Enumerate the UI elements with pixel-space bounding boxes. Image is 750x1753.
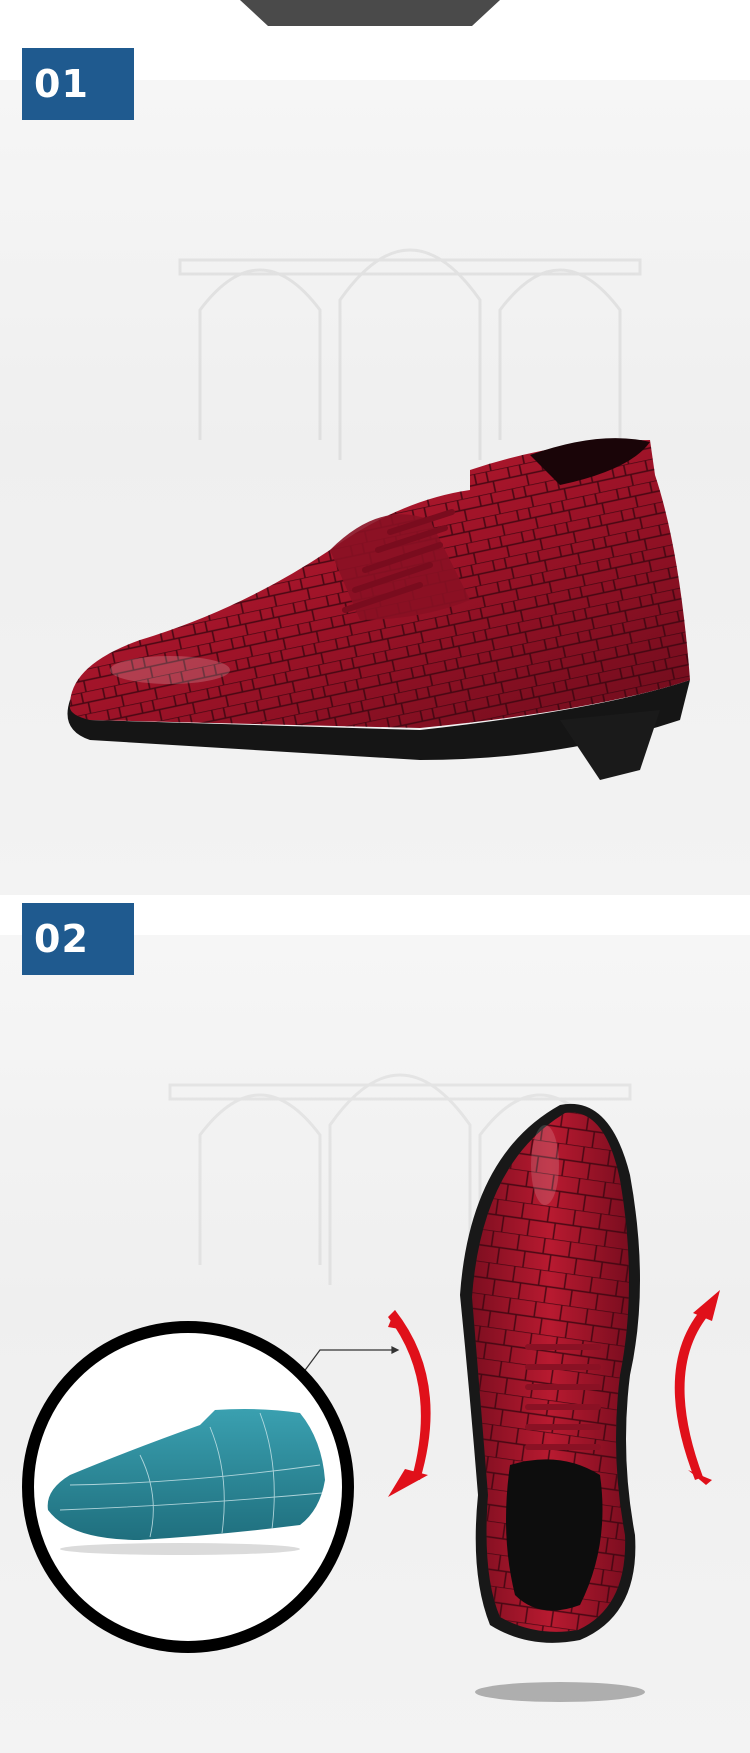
callout-pointer — [299, 1346, 400, 1378]
section-number-badge-2: 02 — [22, 903, 134, 975]
rotate-arrow-left-icon — [388, 1310, 431, 1497]
section-number-1: 01 — [34, 62, 89, 106]
top-tab-decoration — [240, 0, 500, 26]
section-number-badge-1: 01 — [22, 48, 134, 120]
product-panel-2 — [0, 935, 750, 1753]
top-view-illustration — [22, 1073, 720, 1702]
section-number-2: 02 — [34, 917, 89, 961]
rotate-arrow-right-icon — [674, 1290, 720, 1485]
background-arches — [178, 248, 642, 460]
side-view-illustration — [67, 248, 691, 780]
red-oxford-shoe-side-view — [67, 438, 691, 780]
shoe-last-callout — [22, 1321, 354, 1653]
red-oxford-shoe-top-view — [460, 1103, 645, 1702]
product-panel-1 — [0, 80, 750, 895]
